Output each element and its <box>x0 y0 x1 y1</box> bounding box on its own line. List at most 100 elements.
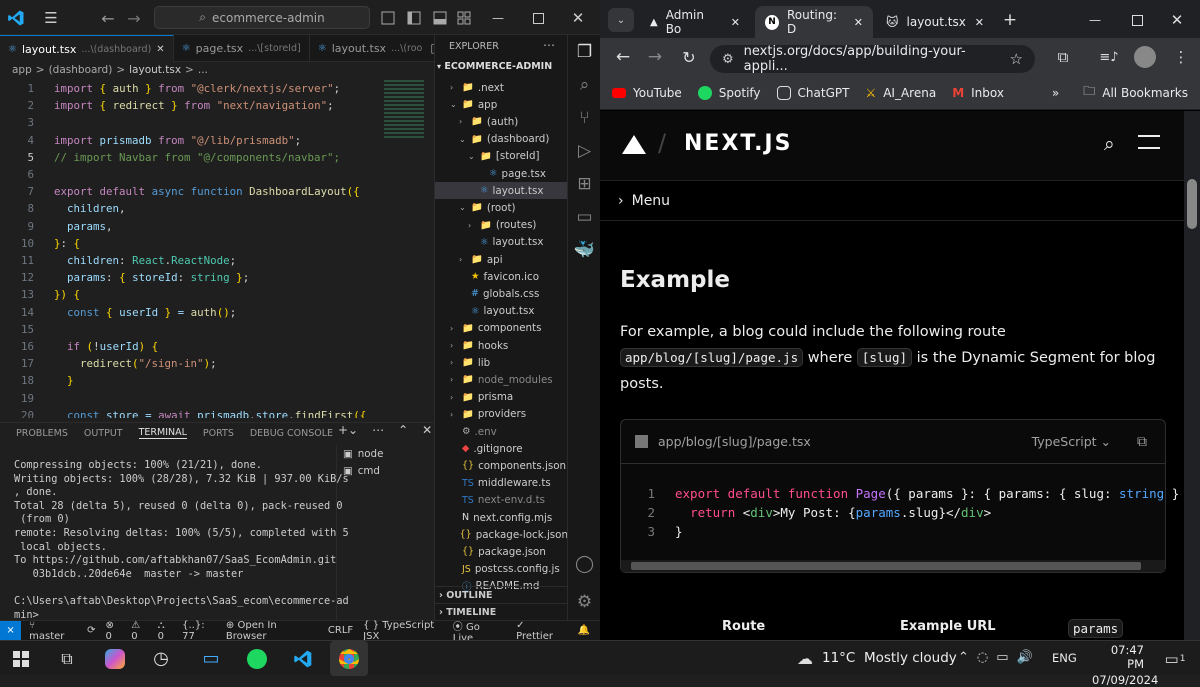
chrome-tab-routing[interactable]: N Routing: D ✕ <box>755 6 873 38</box>
back-arrow-icon[interactable]: ← <box>612 47 634 67</box>
close-icon[interactable]: ✕ <box>1162 8 1192 32</box>
search-icon[interactable]: ⌕ <box>1104 133 1115 155</box>
eol-status[interactable]: CRLF <box>328 625 353 636</box>
breadcrumb-item[interactable]: (dashboard) <box>49 64 113 76</box>
bell-icon[interactable]: 🔔 <box>578 625 590 636</box>
file-item[interactable]: ◆ .gitignore <box>435 440 568 457</box>
file-item[interactable]: # globals.css <box>435 285 568 302</box>
more-actions-icon[interactable]: ⋯ <box>543 38 555 52</box>
weather-icon[interactable]: ☁ <box>786 641 824 676</box>
reload-icon[interactable]: ↻ <box>678 48 700 67</box>
bookmark-spotify[interactable]: Spotify <box>697 85 761 100</box>
code-line[interactable]: 12 params: { storeId: string }; <box>0 269 434 286</box>
docs-menu-toggle[interactable]: › Menu <box>600 181 1184 221</box>
bookmarks-overflow-icon[interactable]: » <box>1052 86 1059 100</box>
panel-tab-problems[interactable]: PROBLEMS <box>16 428 68 439</box>
code-line[interactable]: 4 import prismadb from "@/lib/prismadb"; <box>0 132 434 149</box>
code-line[interactable]: 13}) { <box>0 286 434 303</box>
code-line[interactable]: 15 <box>0 321 434 338</box>
bookmark-inbox[interactable]: M Inbox <box>952 86 1004 100</box>
code-line[interactable]: 1 import { auth } from "@clerk/nextjs/ser… <box>0 80 434 97</box>
folder-item[interactable]: › 📁 providers <box>435 406 568 423</box>
files-icon[interactable]: ❐ <box>568 35 601 68</box>
tab-layout-dashboard[interactable]: ⚛ layout.tsx ...\(dashboard) ✕ <box>0 35 174 62</box>
clock-app-icon[interactable]: ◷ <box>142 641 180 676</box>
tab-layout-root[interactable]: ⚛ layout.tsx ...\(roo <box>310 35 431 62</box>
code-editor[interactable]: 1 import { auth } from "@clerk/nextjs/ser… <box>0 78 434 418</box>
minimize-icon[interactable]: — <box>488 8 508 28</box>
errors-count[interactable]: ⊗ 0 <box>105 620 121 642</box>
weather-widget[interactable]: 11°C Mostly cloudy <box>822 650 957 666</box>
folder-item[interactable]: › 📁 .next <box>435 79 568 96</box>
tab-close-icon[interactable]: ✕ <box>854 16 863 29</box>
vscode-taskbar-icon[interactable] <box>284 641 322 676</box>
file-item[interactable]: {} components.json <box>435 457 568 474</box>
file-item[interactable]: TS middleware.ts <box>435 475 568 492</box>
tab-close-icon[interactable]: ✕ <box>975 16 984 29</box>
folder-item[interactable]: › 📁 api <box>435 251 568 268</box>
code-line[interactable]: 20 const store = await prismadb.store.fi… <box>0 407 434 418</box>
sync-icon[interactable]: ⟳ <box>87 625 95 636</box>
folder-item[interactable]: ⌄ 📁 [storeId] <box>435 148 568 165</box>
panel-tab-ports[interactable]: PORTS <box>203 428 234 439</box>
customize-layout-icon[interactable] <box>454 8 474 28</box>
remote-explorer-icon[interactable]: ▭ <box>568 200 601 233</box>
notification-bell-icon[interactable]: ▭ 1 <box>1156 641 1194 676</box>
account-icon[interactable]: ◯ <box>568 547 601 580</box>
panel-tab-debug-console[interactable]: DEBUG CONSOLE <box>250 428 333 439</box>
folder-item[interactable]: ⌄ 📁 (dashboard) <box>435 131 568 148</box>
tab-close-icon[interactable]: ✕ <box>731 16 740 29</box>
file-item[interactable]: ⚛ layout.tsx <box>435 234 568 251</box>
clock[interactable]: 07:47 PM 07/09/2024 <box>1092 643 1158 687</box>
toggle-sidebar-icon[interactable] <box>404 8 424 28</box>
forward-arrow-icon[interactable]: → <box>644 47 666 67</box>
maximize-icon[interactable] <box>528 8 548 28</box>
horizontal-scrollbar[interactable] <box>621 560 1165 572</box>
hamburger-menu-icon[interactable] <box>1138 135 1160 149</box>
maximize-icon[interactable] <box>1122 8 1152 32</box>
panel-tab-terminal[interactable]: TERMINAL <box>138 427 187 439</box>
folder-item[interactable]: ⌄ 📁 app <box>435 96 568 113</box>
file-item[interactable]: {} package.json <box>435 543 568 560</box>
chrome-tab-admin[interactable]: ▲ Admin Bo ✕ <box>640 6 750 38</box>
code-line[interactable]: 16 if (!userId) { <box>0 338 434 355</box>
code-line[interactable]: 5 // import Navbar from "@/components/nav… <box>0 149 434 166</box>
maximize-panel-icon[interactable]: ⌃ <box>398 423 408 437</box>
outline-section[interactable]: › OUTLINE <box>435 586 568 603</box>
code-line[interactable]: 14 const { userId } = auth(); <box>0 304 434 321</box>
prettier-status[interactable]: ✓ Prettier <box>516 620 567 642</box>
close-icon[interactable]: ✕ <box>568 8 588 28</box>
scrollbar-thumb[interactable] <box>1187 179 1197 229</box>
bookmark-star-icon[interactable]: ☆ <box>1010 50 1023 68</box>
branch-status[interactable]: ⑂ master <box>29 620 77 642</box>
terminal-output[interactable]: Compressing objects: 100% (21/21), done.… <box>14 459 349 622</box>
file-item[interactable]: ⚛ page.tsx <box>435 165 568 182</box>
terminal-session-cmd[interactable]: ▣ cmd <box>337 462 434 479</box>
panel-tab-output[interactable]: OUTPUT <box>84 428 123 439</box>
extensions-icon[interactable]: ⧉ <box>1052 48 1074 66</box>
code-line[interactable]: 11 children: React.ReactNode; <box>0 252 434 269</box>
file-item[interactable]: TS next-env.d.ts <box>435 492 568 509</box>
file-item[interactable]: {} package-lock.json <box>435 526 568 543</box>
all-bookmarks-button[interactable]: 🗀 All Bookmarks <box>1083 82 1188 103</box>
code-line[interactable]: 7 export default async function Dashboard… <box>0 183 434 200</box>
back-arrow-icon[interactable]: ← <box>98 8 118 28</box>
file-item[interactable]: JS postcss.config.js <box>435 561 568 578</box>
search-icon[interactable]: ⌕ <box>568 68 601 101</box>
page-scrollbar[interactable] <box>1184 111 1200 640</box>
folder-item[interactable]: › 📁 components <box>435 320 568 337</box>
task-view-icon[interactable]: ⧉ <box>48 641 86 676</box>
copy-icon[interactable]: ⧉ <box>1137 434 1147 450</box>
tab-search-icon[interactable]: ⌄ <box>608 8 634 32</box>
input-language[interactable]: ENG <box>1052 651 1077 665</box>
docker-icon[interactable]: 🐳 <box>568 233 601 266</box>
toggle-panel-icon[interactable] <box>430 8 450 28</box>
folder-item[interactable]: ⌄ 📁 (root) <box>435 199 568 216</box>
minimap[interactable] <box>384 80 424 140</box>
code-line[interactable]: 3 <box>0 114 434 131</box>
folder-item[interactable]: › 📁 hooks <box>435 337 568 354</box>
close-panel-icon[interactable]: ✕ <box>422 423 432 437</box>
breadcrumb-item[interactable]: app <box>12 64 32 76</box>
remote-icon[interactable]: ⨯ <box>0 620 22 641</box>
copilot-icon[interactable] <box>378 8 398 28</box>
